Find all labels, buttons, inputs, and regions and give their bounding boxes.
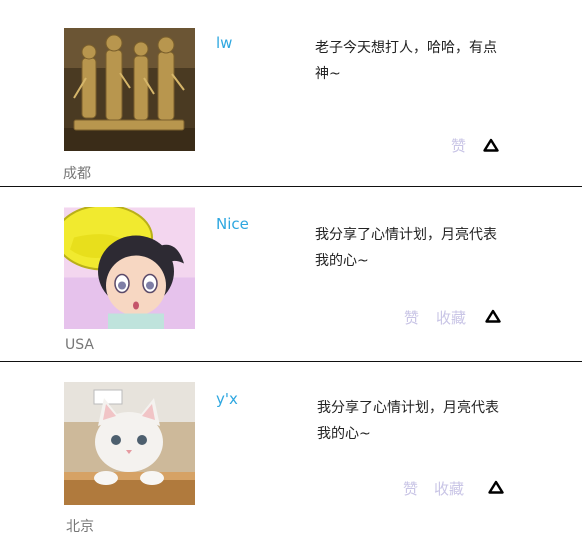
- location-label: USA: [65, 337, 94, 353]
- avatar[interactable]: [64, 207, 195, 329]
- like-button[interactable]: 赞: [451, 135, 466, 156]
- username[interactable]: lw: [216, 34, 232, 52]
- favorite-button[interactable]: 收藏: [434, 478, 464, 499]
- post-item: y'x 我分享了心情计划，月亮代表我的心~ 北京 赞 收藏: [0, 362, 582, 536]
- triangle-up-icon[interactable]: [485, 309, 501, 323]
- anime-girl-avatar: [64, 207, 195, 329]
- location-label: 成都: [63, 166, 91, 182]
- triangle-up-icon[interactable]: [483, 138, 499, 152]
- triangle-up-icon[interactable]: [488, 480, 504, 494]
- post-content: 我分享了心情计划，月亮代表我的心~: [317, 400, 499, 442]
- like-button[interactable]: 赞: [404, 307, 419, 328]
- post-item: lw 老子今天想打人，哈哈，有点神~ 成都 赞: [0, 0, 582, 187]
- post-content: 我分享了心情计划，月亮代表我的心~: [315, 227, 497, 269]
- location-label: 北京: [66, 519, 94, 535]
- username[interactable]: Nice: [216, 215, 249, 233]
- post-content: 老子今天想打人，哈哈，有点神~: [315, 40, 497, 82]
- bronze-figures-photo: [64, 28, 195, 151]
- username[interactable]: y'x: [216, 390, 238, 408]
- avatar[interactable]: [64, 28, 195, 151]
- feed: lw 老子今天想打人，哈哈，有点神~ 成都 赞 Nice 我分享了心情计划，月亮…: [0, 0, 582, 536]
- post-item: Nice 我分享了心情计划，月亮代表我的心~ USA 赞 收藏: [0, 187, 582, 362]
- kitten-photo: [64, 382, 195, 505]
- avatar[interactable]: [64, 382, 195, 505]
- favorite-button[interactable]: 收藏: [436, 307, 466, 328]
- like-button[interactable]: 赞: [403, 478, 418, 499]
